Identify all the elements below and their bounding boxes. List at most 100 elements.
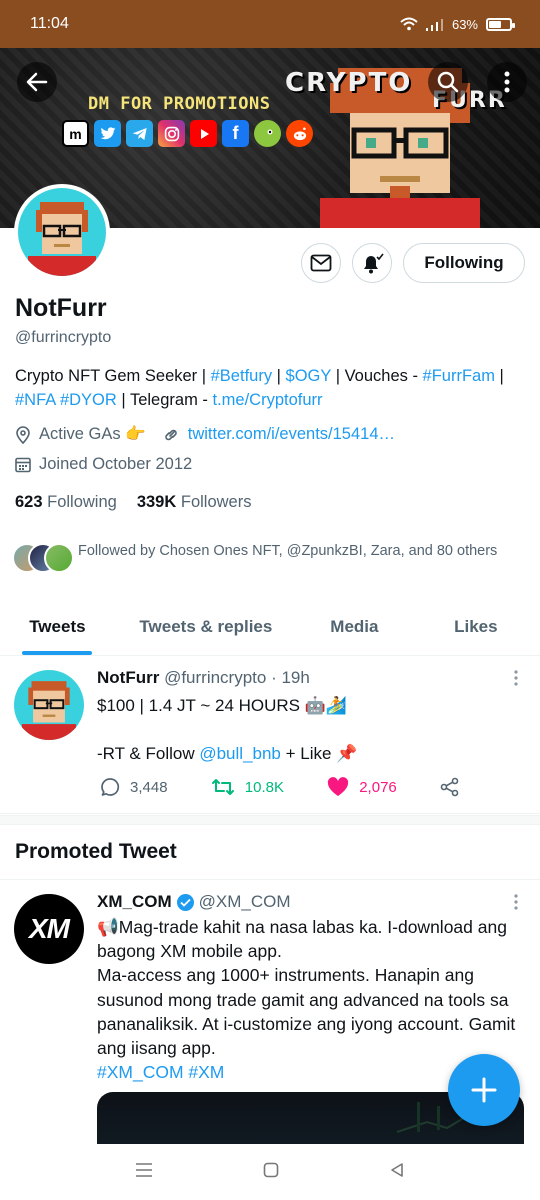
followers-count: 339K [136, 493, 177, 511]
reply-button[interactable]: 3,448 [100, 777, 168, 797]
followed-by-avatars [12, 541, 76, 573]
more-options-button[interactable] [487, 62, 527, 102]
promoted-more-button[interactable] [514, 894, 518, 910]
tweet-more-button[interactable] [514, 670, 518, 686]
divider [0, 879, 540, 880]
profile-website-link[interactable]: twitter.com/i/events/15414… [188, 425, 395, 444]
more-vertical-icon [504, 71, 510, 93]
share-icon [440, 777, 459, 797]
battery-percent: 63% [451, 16, 478, 32]
battery-icon [486, 17, 515, 31]
banner-promo-text: DM FOR PROMOTIONS [88, 94, 271, 114]
profile-joined-row: Joined October 2012 [15, 455, 192, 474]
tab-tweets-replies[interactable]: Tweets & replies [115, 598, 297, 655]
profile-counts: 623 Following 339K Followers [15, 493, 251, 512]
promoted-author-name[interactable]: XM_COM [97, 892, 172, 912]
tweet-time: · 19h [271, 668, 310, 687]
back-button[interactable] [17, 62, 57, 102]
tweet-author-handle: @furrincrypto [164, 668, 267, 687]
location-icon [16, 425, 30, 444]
profile-location: Active GAs 👉 [39, 425, 146, 443]
followed-by-row[interactable]: Followed by Chosen Ones NFT, @ZpunkzBI, … [12, 541, 498, 573]
notifications-button[interactable] [352, 243, 392, 283]
back-triangle-icon [391, 1163, 403, 1177]
banner-social-icons: m f [62, 120, 313, 147]
follower-avatar [44, 543, 74, 573]
tweet-text-span: + Like 📌 [280, 744, 358, 763]
message-button[interactable] [301, 243, 341, 283]
hashtag-link[interactable]: #NFA [15, 391, 55, 409]
tweet-line: -RT & Follow @bull_bnb + Like 📌 [97, 742, 517, 766]
promoted-line: Ma-access ang 1000+ instruments. Hanapin… [97, 965, 516, 1059]
profile-handle: @furrincrypto [15, 329, 112, 346]
bell-check-icon [364, 253, 384, 274]
status-bar: 11:04 63% [0, 0, 540, 48]
search-icon [437, 71, 459, 93]
tab-tweets[interactable]: Tweets [0, 598, 115, 655]
avatar-image [18, 188, 106, 276]
tweet-avatar[interactable] [14, 670, 84, 740]
facebook-icon: f [222, 120, 249, 147]
recents-button[interactable] [135, 1163, 153, 1182]
like-count: 2,076 [359, 778, 397, 796]
share-button[interactable] [440, 777, 460, 797]
more-vertical-icon [514, 894, 518, 910]
coinmarketcap-icon: m [62, 120, 89, 147]
following-label: Following [47, 493, 117, 511]
cashtag-link[interactable]: $OGY [286, 367, 332, 385]
hashtag-link[interactable]: #Betfury [211, 367, 272, 385]
following-count: 623 [15, 493, 43, 511]
promoted-author-handle: @XM_COM [198, 892, 291, 911]
bio-text: | Vouches - [331, 367, 423, 385]
back-arrow-icon [26, 72, 48, 92]
profile-tabs: Tweets Tweets & replies Media Likes [0, 598, 540, 656]
followers-count-link[interactable]: 339K Followers [137, 493, 252, 512]
coingecko-icon [254, 120, 281, 147]
following-button[interactable]: Following [403, 243, 525, 283]
promoted-avatar-logo: XM [29, 913, 70, 944]
profile-avatar[interactable] [14, 184, 110, 280]
retweet-icon [211, 779, 234, 795]
reply-count: 3,448 [130, 778, 168, 796]
tab-media[interactable]: Media [297, 598, 412, 655]
system-back-button[interactable] [389, 1162, 405, 1183]
banner-title: CRYPTO [285, 68, 413, 98]
home-button[interactable] [263, 1162, 279, 1183]
reply-icon [101, 778, 120, 796]
hashtag-link[interactable]: #DYOR [60, 391, 117, 409]
like-button[interactable]: 2,076 [327, 777, 397, 797]
tweet-header: NotFurr @furrincrypto · 19h [97, 668, 310, 688]
verified-badge-icon [176, 893, 194, 911]
bio-text: | [494, 367, 504, 385]
search-button[interactable] [428, 62, 468, 102]
status-time: 11:04 [30, 15, 69, 32]
heart-icon [328, 777, 349, 796]
retweet-count: 10.8K [244, 778, 284, 796]
signal-icon [425, 19, 443, 31]
hashtag-link[interactable]: #FurrFam [423, 367, 495, 385]
promoted-avatar[interactable]: XM [14, 894, 84, 964]
system-nav-bar [0, 1145, 540, 1200]
tweet-text-span: -RT & Follow [97, 744, 200, 763]
twitter-icon [94, 120, 121, 147]
profile-bio: Crypto NFT Gem Seeker | #Betfury | $OGY … [15, 364, 525, 412]
reddit-icon [286, 120, 313, 147]
calendar-icon [15, 457, 31, 473]
retweet-button[interactable]: 10.8K [211, 777, 284, 797]
tweet-author-name[interactable]: NotFurr [97, 668, 159, 687]
compose-tweet-button[interactable] [448, 1054, 520, 1126]
promoted-header: XM_COM @XM_COM [97, 892, 291, 912]
tab-likes[interactable]: Likes [412, 598, 540, 655]
tweet-text: $100 | 1.4 JT ~ 24 HOURS 🤖🏄 -RT & Follow… [97, 694, 517, 766]
mention-link[interactable]: @bull_bnb [199, 744, 281, 763]
tweet[interactable]: NotFurr @furrincrypto · 19h $100 | 1.4 J… [0, 656, 540, 814]
bio-text: | Telegram - [116, 391, 213, 409]
following-count-link[interactable]: 623 Following [15, 493, 117, 512]
bio-text: | [272, 367, 286, 385]
home-square-icon [263, 1162, 279, 1178]
plus-icon [471, 1077, 497, 1103]
profile-joined-date: Joined October 2012 [39, 455, 193, 473]
telegram-link[interactable]: t.me/Cryptofurr [213, 391, 323, 409]
tweet-line: $100 | 1.4 JT ~ 24 HOURS 🤖🏄 [97, 696, 348, 715]
tweet-actions: 3,448 10.8K 2,076 [100, 777, 460, 797]
